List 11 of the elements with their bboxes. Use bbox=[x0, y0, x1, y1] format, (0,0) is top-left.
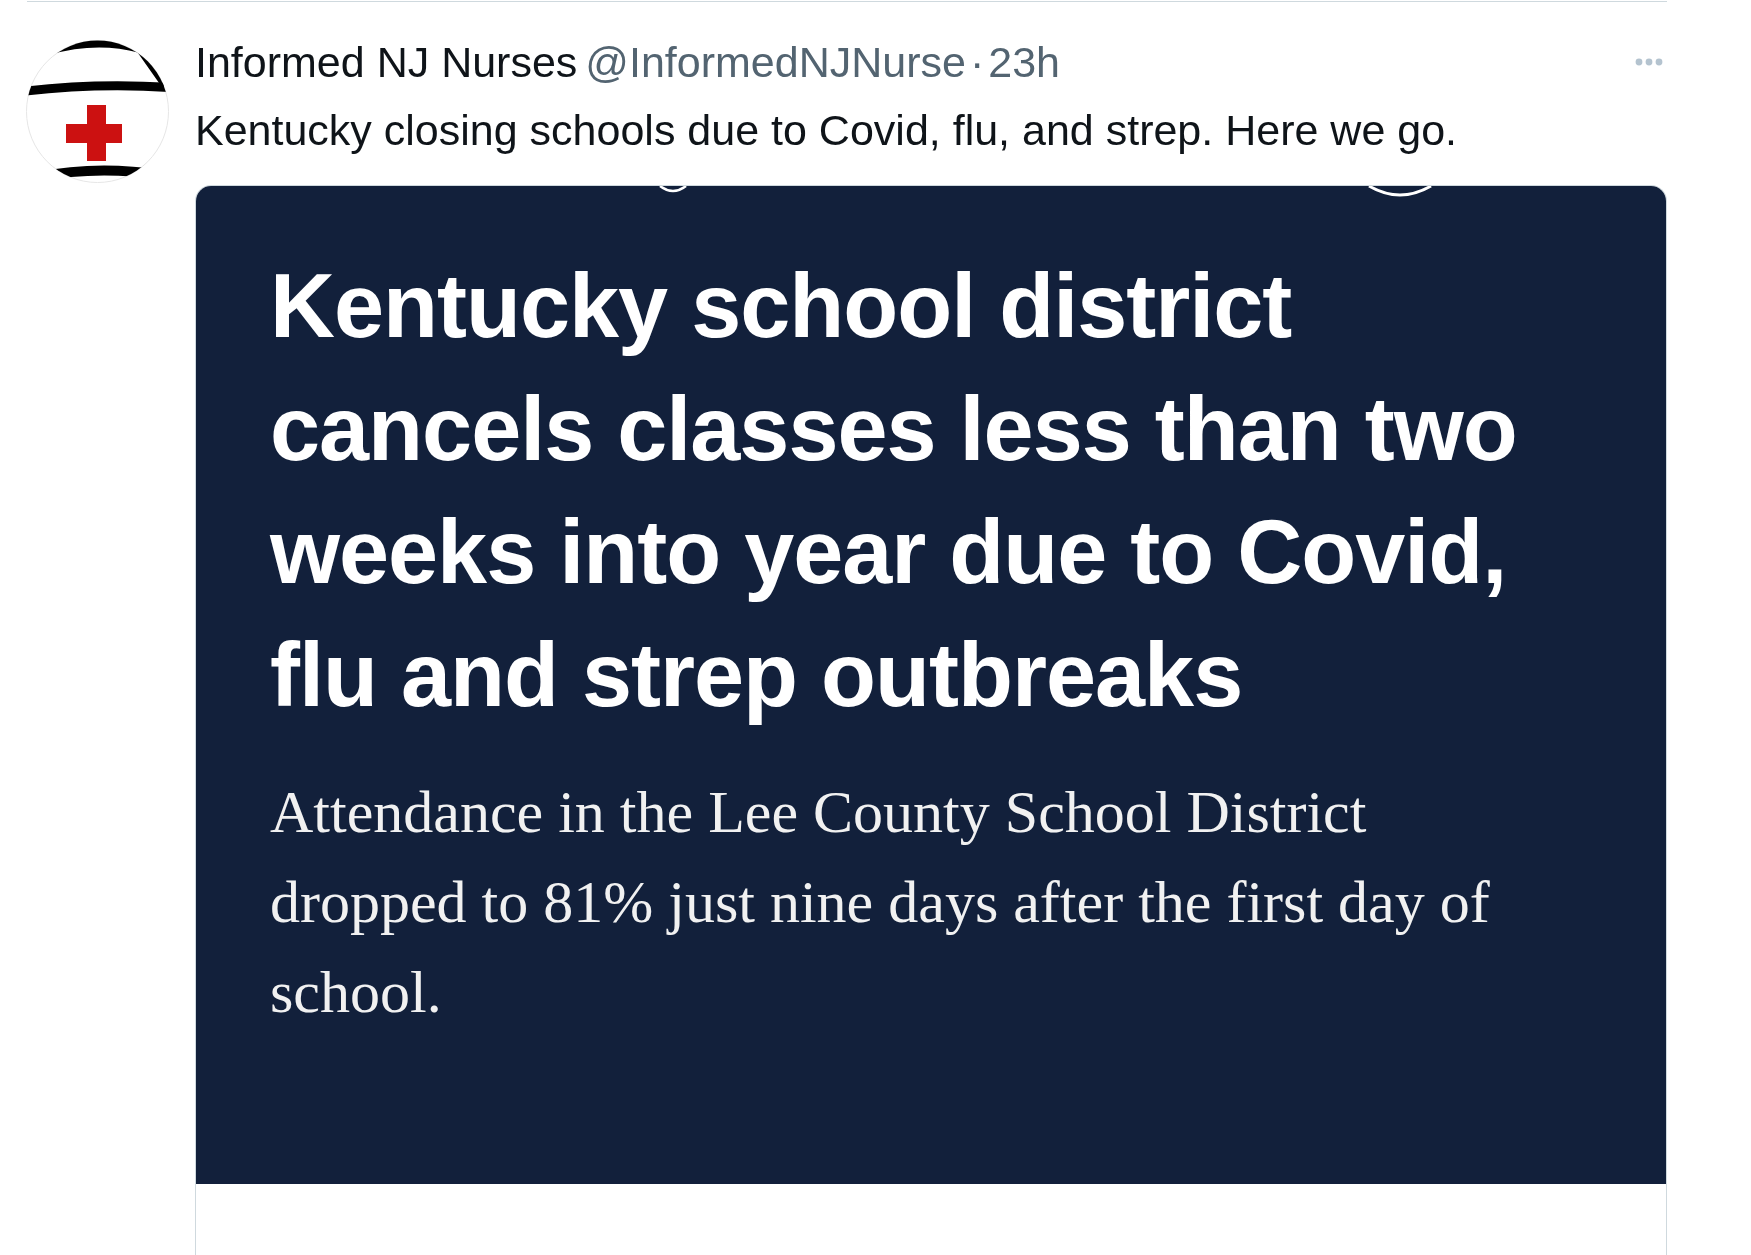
arc-fragment-icon bbox=[658, 186, 688, 194]
nurse-cap-avatar[interactable] bbox=[26, 40, 169, 183]
separator-dot: · bbox=[968, 40, 986, 84]
author-name[interactable]: Informed NJ Nurses bbox=[195, 40, 578, 84]
news-headline: Kentucky school district cancels classes less than two weeks into year due to Covid, flu and strep outbreaks bbox=[270, 255, 1518, 727]
news-summary: Attendance in the Lee County School District dropped to 81% just nine days after the first day of school. bbox=[270, 778, 1491, 1027]
post-time[interactable]: 23h bbox=[988, 40, 1061, 84]
arc-fragment-icon bbox=[1366, 186, 1434, 198]
author-handle[interactable]: @InformedNJNurse bbox=[585, 40, 966, 84]
post-text: Kentucky closing schools due to Covid, flu, and strep. Here we go. bbox=[195, 108, 1458, 152]
news-graphic[interactable] bbox=[196, 186, 1666, 1184]
